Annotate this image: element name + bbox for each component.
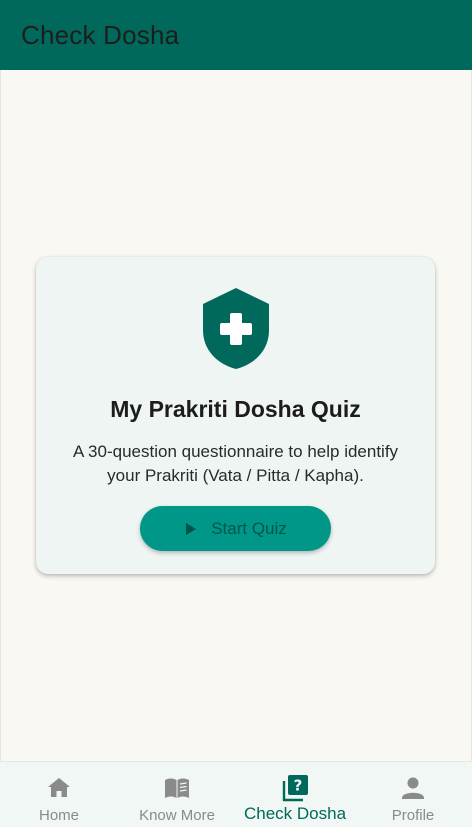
nav-item-know-more[interactable]: Know More	[118, 762, 236, 827]
quiz-icon: ?	[282, 775, 308, 802]
nav-item-home[interactable]: Home	[0, 762, 118, 827]
bottom-navigation: Home Know More ? Check Dosha Profile	[0, 761, 472, 827]
app-bar: Check Dosha	[0, 0, 472, 70]
home-icon	[48, 778, 70, 797]
nav-item-profile[interactable]: Profile	[354, 762, 472, 827]
quiz-description: A 30-question questionnaire to help iden…	[72, 442, 399, 485]
person-icon	[402, 777, 424, 799]
play-icon	[186, 522, 197, 535]
shield-plus-icon	[203, 288, 269, 369]
nav-label-home: Home	[38, 807, 79, 824]
quiz-title: My Prakriti Dosha Quiz	[110, 396, 361, 422]
nav-item-check-dosha[interactable]: ? Check Dosha	[236, 762, 354, 827]
nav-label-check-dosha: Check Dosha	[243, 804, 347, 823]
start-quiz-label: Start Quiz	[211, 518, 287, 538]
start-quiz-button[interactable]: Start Quiz	[140, 506, 331, 551]
nav-label-profile: Profile	[391, 807, 435, 824]
svg-text:?: ?	[294, 777, 303, 795]
page-title: Check Dosha	[21, 19, 180, 50]
quiz-card: My Prakriti Dosha Quiz A 30-question que…	[36, 257, 435, 574]
book-icon	[165, 778, 189, 798]
nav-label-know-more: Know More	[139, 807, 215, 824]
